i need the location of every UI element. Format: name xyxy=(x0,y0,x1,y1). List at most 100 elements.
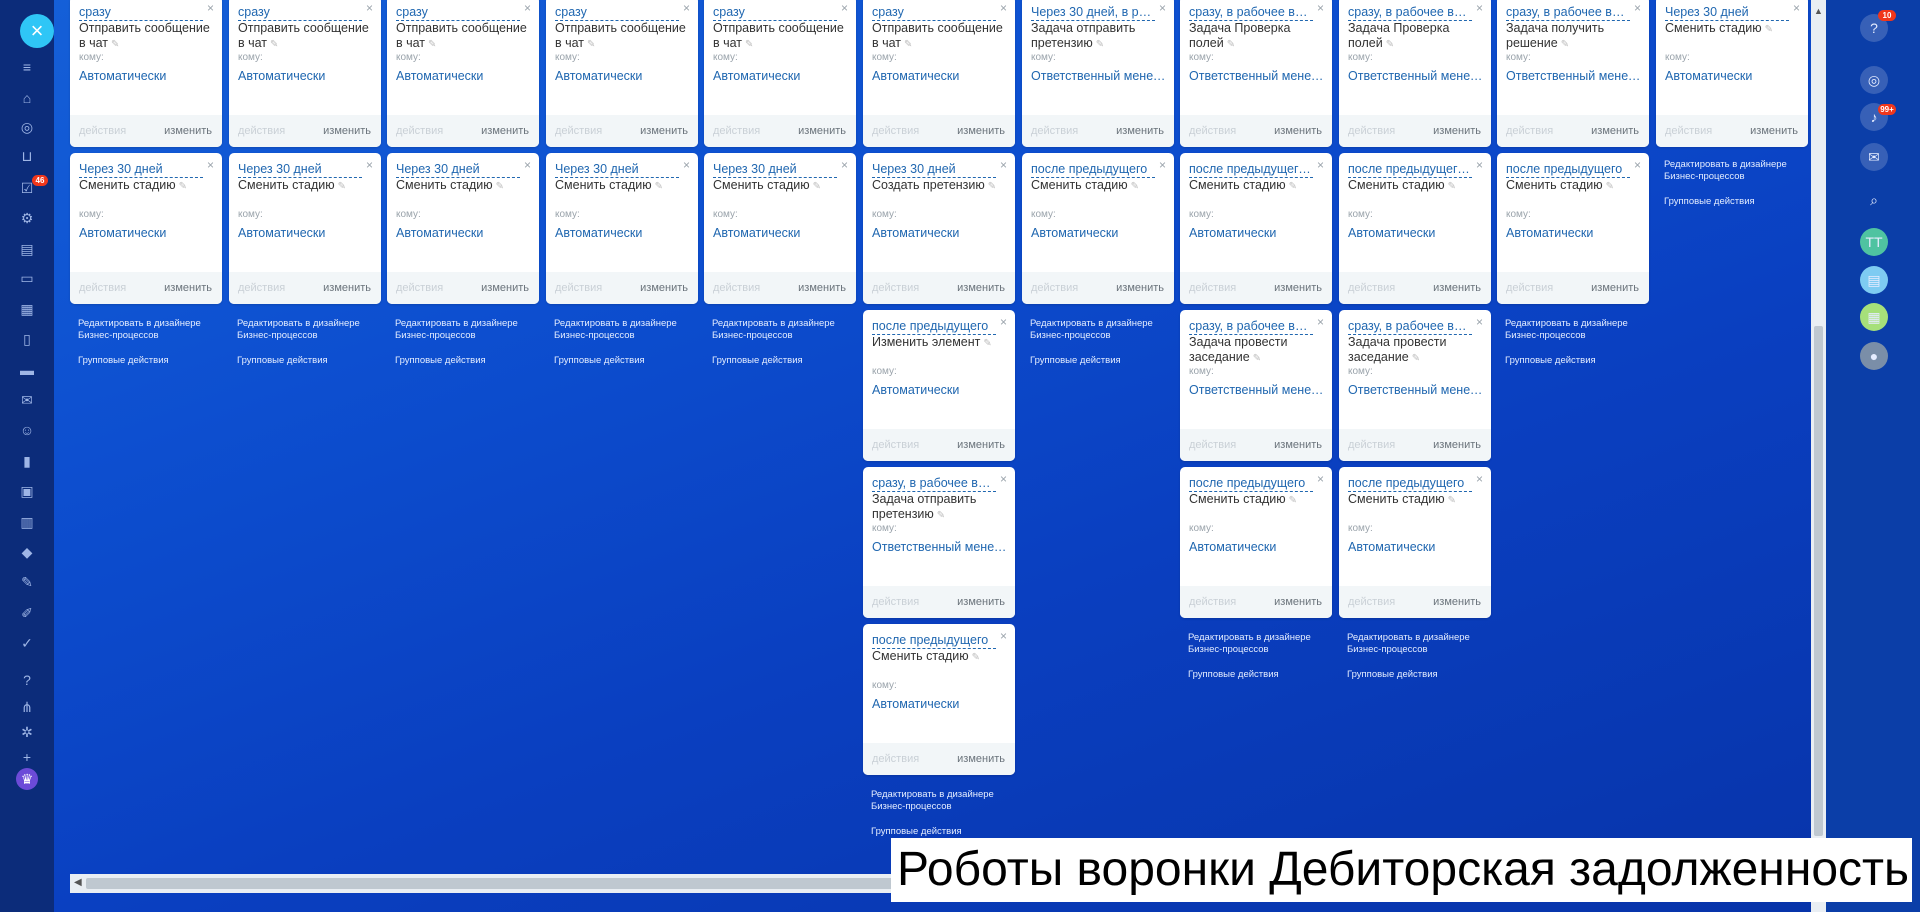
edit-pencil-icon[interactable]: ✎ xyxy=(1131,181,1139,192)
search-icon[interactable]: ⌕ xyxy=(1860,186,1888,214)
robot-change-link[interactable]: изменить xyxy=(164,125,212,137)
robot-condition-link[interactable]: сразу, в рабочее время xyxy=(1506,4,1630,21)
delete-robot-icon[interactable]: × xyxy=(1000,316,1007,328)
edit-pencil-icon[interactable]: ✎ xyxy=(179,181,187,192)
robot-card[interactable]: Через 30 дней × Сменить стадию ✎ кому: Автома… xyxy=(387,153,539,304)
delete-robot-icon[interactable]: × xyxy=(1634,2,1641,14)
robot-responsible-link[interactable]: Автоматически xyxy=(872,226,1008,240)
robot-change-link[interactable]: изменить xyxy=(1274,596,1322,608)
robot-change-link[interactable]: изменить xyxy=(957,282,1005,294)
robot-responsible-link[interactable]: Ответственный менеджер xyxy=(872,540,1008,554)
robot-card[interactable]: Через 30 дней × Создать претензию ✎ кому: Авт… xyxy=(863,153,1015,304)
robot-card[interactable]: после предыдущего × Сменить стадию ✎ кому: Ав… xyxy=(1339,467,1491,618)
robot-change-link[interactable]: изменить xyxy=(1116,282,1164,294)
delete-robot-icon[interactable]: × xyxy=(1159,2,1166,14)
edit-in-bp-designer-link[interactable]: Редактировать в дизайнере Бизнес-процесс… xyxy=(1347,632,1487,656)
delete-robot-icon[interactable]: × xyxy=(366,2,373,14)
delete-robot-icon[interactable]: × xyxy=(1000,630,1007,642)
edit-pencil-icon[interactable]: ✎ xyxy=(1561,39,1569,50)
vertical-scroll-thumb[interactable] xyxy=(1814,326,1823,836)
edit-pencil-icon[interactable]: ✎ xyxy=(496,181,504,192)
robot-card[interactable]: сразу, в рабочее время × Задача провести з… xyxy=(1180,310,1332,461)
robot-card[interactable]: после предыдущего, п × Сменить стадию ✎ кому… xyxy=(1339,153,1491,304)
robot-condition-link[interactable]: после предыдущего xyxy=(1031,161,1155,178)
edit-pencil-icon[interactable]: ✎ xyxy=(988,181,996,192)
robot-condition-link[interactable]: сразу, в рабочее время xyxy=(872,475,996,492)
robot-card[interactable]: сразу, в рабочее время × Задача получить р… xyxy=(1497,0,1649,147)
robot-responsible-link[interactable]: Автоматически xyxy=(872,383,1008,397)
edit-pencil-icon[interactable]: ✎ xyxy=(972,652,980,663)
robot-change-link[interactable]: изменить xyxy=(957,125,1005,137)
delete-robot-icon[interactable]: × xyxy=(683,159,690,171)
robot-card[interactable]: Через 30 дней × Сменить стадию ✎ кому: Автома… xyxy=(704,153,856,304)
robot-responsible-link[interactable]: Автоматически xyxy=(713,226,849,240)
avatar[interactable]: TT xyxy=(1860,228,1888,256)
robot-responsible-link[interactable]: Автоматически xyxy=(1665,69,1801,83)
robot-condition-link[interactable]: сразу xyxy=(555,4,679,21)
robot-responsible-link[interactable]: Автоматически xyxy=(555,69,691,83)
robot-change-link[interactable]: изменить xyxy=(481,125,529,137)
robot-change-link[interactable]: изменить xyxy=(798,125,846,137)
robot-card[interactable]: сразу × Отправить сообщение в чат ✎ кому: Авт… xyxy=(546,0,698,147)
robot-condition-link[interactable]: сразу, в рабочее время xyxy=(1348,318,1472,335)
robot-card[interactable]: после предыдущего, п × Сменить стадию ✎ кому… xyxy=(1180,153,1332,304)
robot-responsible-link[interactable]: Автоматически xyxy=(713,69,849,83)
robot-condition-link[interactable]: сразу xyxy=(79,4,203,21)
delete-robot-icon[interactable]: × xyxy=(1476,473,1483,485)
contact-icon[interactable]: ▣ xyxy=(17,481,37,501)
robot-change-link[interactable]: изменить xyxy=(1433,439,1481,451)
robot-condition-link[interactable]: сразу xyxy=(872,4,996,21)
robot-change-link[interactable]: изменить xyxy=(1116,125,1164,137)
robot-change-link[interactable]: изменить xyxy=(1433,282,1481,294)
robot-responsible-link[interactable]: Автоматически xyxy=(1189,226,1325,240)
robot-condition-link[interactable]: после предыдущего xyxy=(1348,475,1472,492)
robot-change-link[interactable]: изменить xyxy=(640,282,688,294)
robot-condition-link[interactable]: сразу xyxy=(713,4,837,21)
robot-responsible-link[interactable]: Автоматически xyxy=(238,226,374,240)
copilot-icon[interactable]: ◎ xyxy=(1860,66,1888,94)
scroll-up-arrow-icon[interactable]: ▲ xyxy=(1813,6,1824,16)
truck-icon[interactable]: ▥ xyxy=(17,512,37,532)
edit-in-bp-designer-link[interactable]: Редактировать в дизайнере Бизнес-процесс… xyxy=(712,318,852,342)
robot-condition-link[interactable]: после предыдущего, п xyxy=(1348,161,1472,178)
robot-change-link[interactable]: изменить xyxy=(1274,282,1322,294)
robot-condition-link[interactable]: после предыдущего xyxy=(1506,161,1630,178)
robot-change-link[interactable]: изменить xyxy=(323,282,371,294)
robot-responsible-link[interactable]: Ответственный менеджер xyxy=(1348,69,1484,83)
scroll-left-arrow-icon[interactable]: ◀ xyxy=(74,877,82,888)
robot-change-link[interactable]: изменить xyxy=(481,282,529,294)
robot-card[interactable]: Через 30 дней × Сменить стадию ✎ кому: Автома… xyxy=(70,153,222,304)
robot-condition-link[interactable]: Через 30 дней xyxy=(79,161,203,178)
robot-change-link[interactable]: изменить xyxy=(164,282,212,294)
robot-change-link[interactable]: изменить xyxy=(1274,125,1322,137)
robot-responsible-link[interactable]: Автоматически xyxy=(396,69,532,83)
robot-change-link[interactable]: изменить xyxy=(1750,125,1798,137)
docs-icon[interactable]: ▯ xyxy=(17,329,37,349)
robot-responsible-link[interactable]: Автоматически xyxy=(79,69,215,83)
team-icon[interactable]: ☺ xyxy=(17,420,37,440)
gear-icon[interactable]: ✲ xyxy=(17,722,37,742)
delete-robot-icon[interactable]: × xyxy=(1476,316,1483,328)
delete-robot-icon[interactable]: × xyxy=(1000,473,1007,485)
edit-pencil-icon[interactable]: ✎ xyxy=(904,39,912,50)
robot-condition-link[interactable]: Через 30 дней xyxy=(872,161,996,178)
crown-icon[interactable]: ♛ xyxy=(16,768,38,790)
edit-in-bp-designer-link[interactable]: Редактировать в дизайнере Бизнес-процесс… xyxy=(1505,318,1645,342)
chart-icon[interactable]: ▮ xyxy=(17,451,37,471)
robot-change-link[interactable]: изменить xyxy=(957,753,1005,765)
chat-app-icon[interactable]: ▤ xyxy=(1860,266,1888,294)
robot-card[interactable]: после предыдущего × Сменить стадию ✎ кому: Ав… xyxy=(1497,153,1649,304)
robot-condition-link[interactable]: после предыдущего, п xyxy=(1189,161,1313,178)
delete-robot-icon[interactable]: × xyxy=(524,159,531,171)
robot-change-link[interactable]: изменить xyxy=(957,596,1005,608)
group-actions-link[interactable]: Групповые действия xyxy=(78,355,169,367)
group-actions-link[interactable]: Групповые действия xyxy=(712,355,803,367)
sign-icon[interactable]: ✎ xyxy=(17,572,37,592)
robot-condition-link[interactable]: после предыдущего xyxy=(872,632,996,649)
robot-card[interactable]: после предыдущего × Изменить элемент ✎ кому:… xyxy=(863,310,1015,461)
robot-condition-link[interactable]: Через 30 дней xyxy=(713,161,837,178)
group-actions-link[interactable]: Групповые действия xyxy=(554,355,645,367)
edit-in-bp-designer-link[interactable]: Редактировать в дизайнере Бизнес-процесс… xyxy=(1030,318,1170,342)
robot-card[interactable]: Через 30 дней × Сменить стадию ✎ кому: Автома… xyxy=(229,153,381,304)
robot-change-link[interactable]: изменить xyxy=(1433,596,1481,608)
